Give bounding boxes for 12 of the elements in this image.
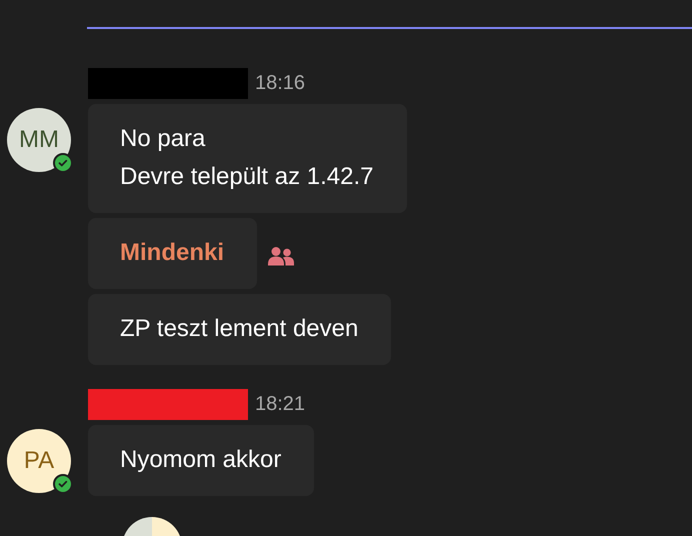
message-text: Devre települt az 1.42.7	[120, 162, 374, 192]
avatar-initials: MM	[19, 126, 59, 154]
message-text: No para	[120, 124, 206, 154]
avatar-initials: PA	[24, 447, 54, 475]
avatar[interactable]: PA	[7, 429, 71, 493]
avatar[interactable]: MM	[7, 108, 71, 172]
mention-link[interactable]: Mindenki	[120, 239, 224, 266]
message-text: ZP teszt lement deven	[120, 314, 358, 344]
message-text: Nyomom akkor	[120, 445, 282, 475]
people-icon	[267, 246, 296, 268]
message-time: 18:16	[255, 72, 306, 95]
message-time: 18:21	[255, 393, 306, 416]
